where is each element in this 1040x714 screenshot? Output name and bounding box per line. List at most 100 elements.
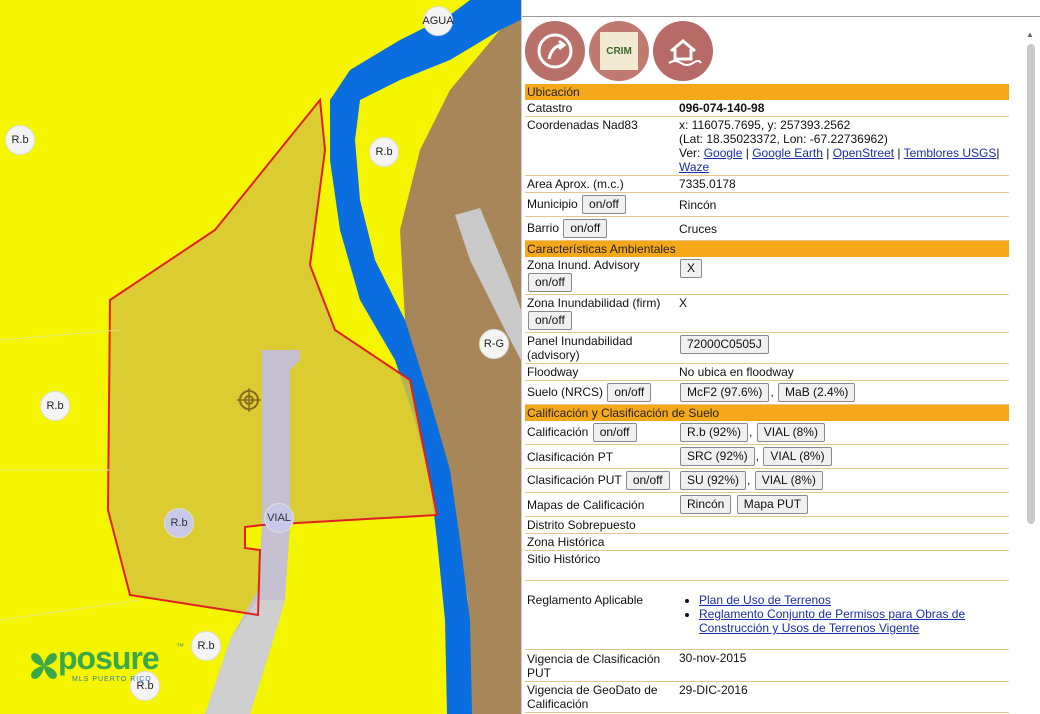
calif-value-button[interactable]: VIAL (8%) xyxy=(756,423,825,442)
row-sitio-historico: Sitio Histórico xyxy=(525,550,1009,581)
logo-tm: ™ xyxy=(176,642,184,651)
link-waze[interactable]: Waze xyxy=(679,160,709,174)
panel-inund-value-button[interactable]: 72000C0505J xyxy=(680,335,769,354)
row-label: Barrio xyxy=(527,221,560,235)
clas-put-toggle-button[interactable]: on/off xyxy=(625,471,670,490)
clas-put-value-button[interactable]: SU (92%) xyxy=(680,471,747,490)
row-vigencia-put: Vigencia de Clasificación PUT 30-nov-201… xyxy=(525,649,1009,682)
row-label: Calificación xyxy=(527,425,589,439)
coords-links: Ver: Google | Google Earth | OpenStreet … xyxy=(679,146,1000,174)
list-item: Reglamento Conjunto de Permisos para Obr… xyxy=(699,607,1007,635)
row-clasificacion-pt: Clasificación PT SRC (92%), VIAL (8%) xyxy=(525,444,1009,469)
link-google[interactable]: Google xyxy=(704,146,743,160)
catastro-value: 096-074-140-98 xyxy=(677,100,1009,117)
zona-advisory-value-button[interactable]: X xyxy=(680,259,703,278)
floodway-value: No ubica en floodway xyxy=(677,363,1009,381)
barrio-value: Cruces xyxy=(677,216,1009,241)
zona-advisory-toggle-button[interactable]: on/off xyxy=(528,273,572,292)
map-view[interactable]: AGUA R.b R.b R.b R.b R.b R.b R-G VIAL po… xyxy=(0,0,521,714)
zona-firm-value: X xyxy=(677,294,1009,333)
row-label: Mapas de Calificación xyxy=(525,492,677,517)
clas-pt-value-button[interactable]: SRC (92%) xyxy=(680,447,755,466)
coords-latlon: (Lat: 18.35023372, Lon: -67.22736962) xyxy=(679,132,888,146)
barrio-toggle-button[interactable]: on/off xyxy=(563,219,608,238)
row-label: Floodway xyxy=(525,363,677,381)
row-barrio: Barrio on/off Cruces xyxy=(525,216,1009,241)
row-zona-inund-firm: Zona Inundabilidad (firm) on/off X xyxy=(525,294,1009,333)
row-label: Zona Inund. Advisory xyxy=(527,258,640,272)
link-google-earth[interactable]: Google Earth xyxy=(752,146,823,160)
suelo-value-button[interactable]: MaB (2.4%) xyxy=(778,383,856,402)
row-municipio: Municipio on/off Rincón xyxy=(525,192,1009,217)
row-label: Area Aprox. (m.c.) xyxy=(525,175,677,193)
parcel-info-table: Ubicación Catastro 096-074-140-98 Coorde… xyxy=(525,84,1009,713)
row-floodway: Floodway No ubica en floodway xyxy=(525,363,1009,381)
row-label: Zona Histórica xyxy=(525,533,677,551)
xposure-logo: posure ™ MLS PUERTO RICO xyxy=(24,640,194,700)
coords-xy: x: 116075.7695, y: 257393.2562 xyxy=(679,118,851,132)
calificacion-toggle-button[interactable]: on/off xyxy=(592,423,637,442)
reglamento-list: Plan de Uso de Terrenos Reglamento Conju… xyxy=(679,593,1007,635)
row-label: Clasificación PT xyxy=(525,444,677,469)
ver-label: Ver: xyxy=(679,146,701,160)
suelo-value-button[interactable]: McF2 (97.6%) xyxy=(680,383,770,402)
vigencia-geo-value: 29-DIC-2016 xyxy=(677,681,1009,713)
row-distrito: Distrito Sobrepuesto xyxy=(525,516,1009,534)
row-zona-historica: Zona Histórica xyxy=(525,533,1009,551)
row-suelo: Suelo (NRCS) on/off McF2 (97.6%), MaB (2… xyxy=(525,380,1009,405)
section-ubicacion: Ubicación xyxy=(525,84,1009,100)
zone-label-rb: R.b xyxy=(5,125,35,155)
zone-label-rb: R.b xyxy=(164,508,194,538)
row-vigencia-geo: Vigencia de GeoDato de Calificación 29-D… xyxy=(525,681,1009,713)
row-calificacion: Calificación on/off R.b (92%), VIAL (8%) xyxy=(525,421,1009,445)
link-temblores[interactable]: Temblores USGS xyxy=(904,146,997,160)
zone-label-rg: R-G xyxy=(479,329,509,359)
row-zona-inund-advisory: Zona Inund. Advisory on/off X xyxy=(525,257,1009,295)
link-reglamento-conjunto[interactable]: Reglamento Conjunto de Permisos para Obr… xyxy=(699,607,965,635)
link-openstreet[interactable]: OpenStreet xyxy=(833,146,894,160)
zone-label-rb: R.b xyxy=(191,631,221,661)
row-label: Clasificación PUT xyxy=(527,473,622,487)
mapa-rincon-button[interactable]: Rincón xyxy=(680,495,732,514)
logo-text: posure xyxy=(58,640,160,676)
mapa-put-button[interactable]: Mapa PUT xyxy=(736,495,809,514)
row-coordenadas: Coordenadas Nad83 x: 116075.7695, y: 257… xyxy=(525,116,1009,176)
row-label: Zona Inundabilidad (firm) xyxy=(527,296,661,310)
municipio-value: Rincón xyxy=(677,192,1009,217)
zona-firm-toggle-button[interactable]: on/off xyxy=(528,311,572,330)
calif-value-button[interactable]: R.b (92%) xyxy=(680,423,749,442)
vigencia-put-value: 30-nov-2015 xyxy=(677,649,1009,682)
logo-tagline: MLS PUERTO RICO xyxy=(72,676,152,683)
map-canvas[interactable] xyxy=(0,0,521,714)
zone-label-rb: R.b xyxy=(369,137,399,167)
panel-scrollbar[interactable]: ▲ xyxy=(1023,30,1039,710)
row-label: Vigencia de GeoDato de Calificación xyxy=(525,681,677,713)
row-label: Sitio Histórico xyxy=(525,550,677,581)
share-icon[interactable] xyxy=(525,21,585,81)
scroll-up-icon[interactable]: ▲ xyxy=(1026,30,1034,39)
zone-label-rb: R.b xyxy=(40,391,70,421)
municipio-toggle-button[interactable]: on/off xyxy=(582,195,626,214)
row-catastro: Catastro 096-074-140-98 xyxy=(525,100,1009,117)
crim-logo-icon[interactable]: CRIM xyxy=(589,21,649,81)
scrollbar-thumb[interactable] xyxy=(1027,44,1035,524)
row-label: Reglamento Aplicable xyxy=(525,580,677,650)
area-value: 7335.0178 xyxy=(677,175,1009,193)
clas-put-value-button[interactable]: VIAL (8%) xyxy=(754,471,823,490)
link-plan-uso[interactable]: Plan de Uso de Terrenos xyxy=(699,593,831,607)
row-clasificacion-put: Clasificación PUT on/off SU (92%), VIAL … xyxy=(525,468,1009,493)
info-panel: CRIM Ubicación Catastro 096-074-140-98 C… xyxy=(521,0,1040,714)
row-label: Municipio xyxy=(527,197,578,211)
row-label: Distrito Sobrepuesto xyxy=(525,516,677,534)
clas-pt-value-button[interactable]: VIAL (8%) xyxy=(763,447,832,466)
zone-label-vial: VIAL xyxy=(264,503,294,533)
row-area: Area Aprox. (m.c.) 7335.0178 xyxy=(525,175,1009,193)
panel-divider xyxy=(522,16,1040,17)
flood-house-icon[interactable] xyxy=(653,21,713,81)
row-panel-inund: Panel Inundabilidad (advisory) 72000C050… xyxy=(525,332,1009,364)
suelo-toggle-button[interactable]: on/off xyxy=(607,383,652,402)
list-item: Plan de Uso de Terrenos xyxy=(699,593,1007,607)
section-ambientales: Características Ambientales xyxy=(525,240,1009,257)
row-reglamento: Reglamento Aplicable Plan de Uso de Terr… xyxy=(525,580,1009,650)
crim-letters: CRIM xyxy=(600,32,638,70)
